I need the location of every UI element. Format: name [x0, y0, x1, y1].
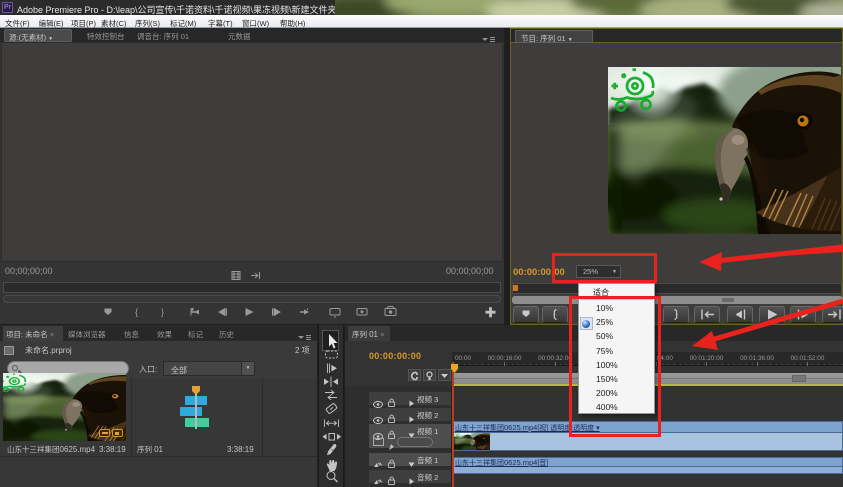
svg-text:{: {: [135, 307, 138, 317]
svg-text:00:01:20:00: 00:01:20:00: [690, 355, 724, 362]
svg-text:00:00:16:00: 00:00:16:00: [488, 355, 522, 362]
svg-text:00:01:36:00: 00:01:36:00: [740, 355, 774, 362]
svg-text:00:01:52:00: 00:01:52:00: [791, 355, 825, 362]
svg-text:00:00:32:00: 00:00:32:00: [538, 355, 572, 362]
svg-text:}: }: [161, 307, 164, 317]
